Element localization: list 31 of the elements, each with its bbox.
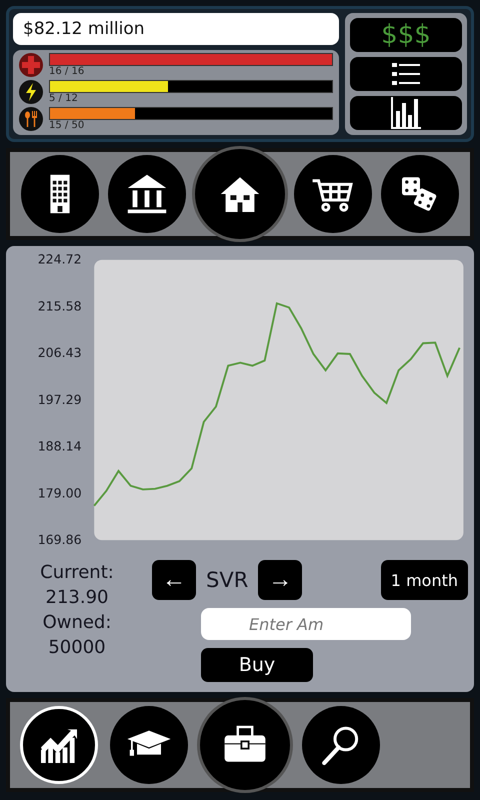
list-button[interactable] xyxy=(350,57,462,91)
balance-display: $82.12 million xyxy=(13,13,339,45)
owned-label: Owned: xyxy=(42,611,112,635)
buy-button[interactable]: Buy xyxy=(201,648,313,682)
briefcase-tab[interactable] xyxy=(200,700,290,790)
lightning-icon xyxy=(19,80,43,104)
bar-chart-icon xyxy=(391,97,421,129)
owned-count: 50000 xyxy=(48,636,106,660)
next-button[interactable]: → xyxy=(258,560,302,600)
cross-icon xyxy=(19,53,43,77)
cutlery-icon xyxy=(19,107,43,131)
y-tick-label: 188.14 xyxy=(38,438,82,454)
y-tick-label: 179.00 xyxy=(38,485,82,500)
previous-button[interactable]: ← xyxy=(152,560,196,600)
amount-field[interactable]: Enter Am xyxy=(201,608,411,640)
current-price: 213.90 xyxy=(46,586,108,610)
y-tick-label: 215.58 xyxy=(38,298,82,314)
y-tick-label: 206.43 xyxy=(38,345,82,360)
stat-reading: 5 / 12 xyxy=(49,93,79,105)
y-tick-label: 197.29 xyxy=(38,392,82,407)
money-button[interactable]: $$$ xyxy=(350,18,462,52)
period-button[interactable]: 1 month xyxy=(380,560,468,600)
stat-reading: 15 / 50 xyxy=(49,120,86,132)
stats-button[interactable] xyxy=(350,96,462,130)
house-tab[interactable] xyxy=(194,149,285,239)
y-tick-label: 224.72 xyxy=(38,252,82,267)
stat-reading: 16 / 16 xyxy=(49,66,86,78)
current-label: Current: xyxy=(40,561,114,585)
list-icon xyxy=(392,63,420,85)
y-tick-label: 169.86 xyxy=(38,532,82,548)
stock-symbol: SVR xyxy=(206,568,248,592)
